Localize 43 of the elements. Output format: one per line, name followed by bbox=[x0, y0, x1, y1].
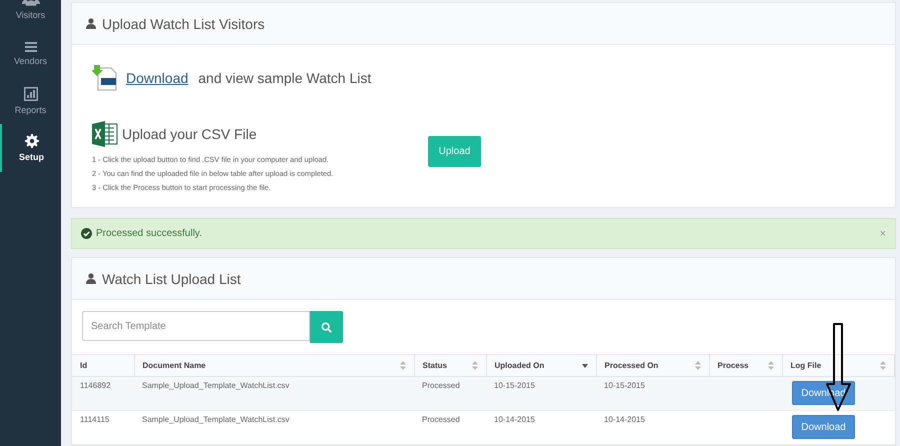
chart-icon bbox=[24, 86, 38, 100]
table-cell: 10-14-2015 bbox=[596, 410, 709, 444]
user-icon bbox=[86, 18, 96, 29]
column-header[interactable]: Log File bbox=[782, 354, 894, 376]
spreadsheet-icon bbox=[92, 121, 118, 147]
table-cell: 10-15-2015 bbox=[486, 376, 596, 410]
sort-icon bbox=[880, 361, 886, 370]
sort-icon bbox=[400, 361, 406, 370]
sidebar-item[interactable]: Vendors bbox=[0, 30, 61, 77]
download-description: and view sample Watch List bbox=[198, 70, 372, 86]
search-button[interactable] bbox=[310, 311, 343, 343]
sidebar-item[interactable]: Reports bbox=[0, 77, 61, 124]
sort-icon bbox=[472, 361, 478, 370]
column-header[interactable]: Process bbox=[709, 354, 782, 376]
check-circle-icon bbox=[81, 228, 92, 239]
panel-title: Watch List Upload List bbox=[102, 270, 241, 286]
sort-descending-icon bbox=[582, 364, 588, 368]
column-header[interactable]: Processed On bbox=[596, 354, 709, 376]
table-cell: 1146892 bbox=[72, 376, 134, 410]
user-icon bbox=[86, 273, 96, 284]
panel-title: Upload Watch List Visitors bbox=[102, 16, 265, 32]
upload-heading: Upload your CSV File bbox=[122, 126, 257, 142]
table-cell: Processed bbox=[414, 410, 486, 444]
table-cell: Processed bbox=[414, 376, 486, 410]
sort-icon bbox=[694, 361, 700, 370]
list-icon bbox=[24, 42, 36, 52]
alert-message: Processed successfully. bbox=[96, 228, 203, 239]
table-cell: 1114115 bbox=[72, 410, 134, 444]
table-cell: 10-14-2015 bbox=[486, 410, 596, 444]
sidebar-item[interactable]: Setup bbox=[0, 124, 61, 172]
sidebar-item[interactable]: Visitors bbox=[0, 0, 61, 30]
sort-icon bbox=[768, 361, 774, 370]
column-header[interactable]: Status bbox=[414, 354, 486, 376]
table-cell: 10-15-2015 bbox=[596, 376, 709, 410]
table-cell: Sample_Upload_Template_WatchList.csv bbox=[134, 410, 414, 444]
column-header[interactable]: Uploaded On bbox=[486, 354, 596, 376]
search-icon bbox=[321, 322, 332, 332]
table-cell: Sample_Upload_Template_WatchList.csv bbox=[134, 376, 414, 410]
column-header[interactable]: Id bbox=[72, 354, 134, 376]
settings-icon bbox=[24, 134, 38, 148]
column-header[interactable]: Document Name bbox=[134, 354, 414, 376]
download-link[interactable]: Download bbox=[126, 70, 188, 86]
search-field[interactable]: Search Template bbox=[82, 311, 310, 341]
